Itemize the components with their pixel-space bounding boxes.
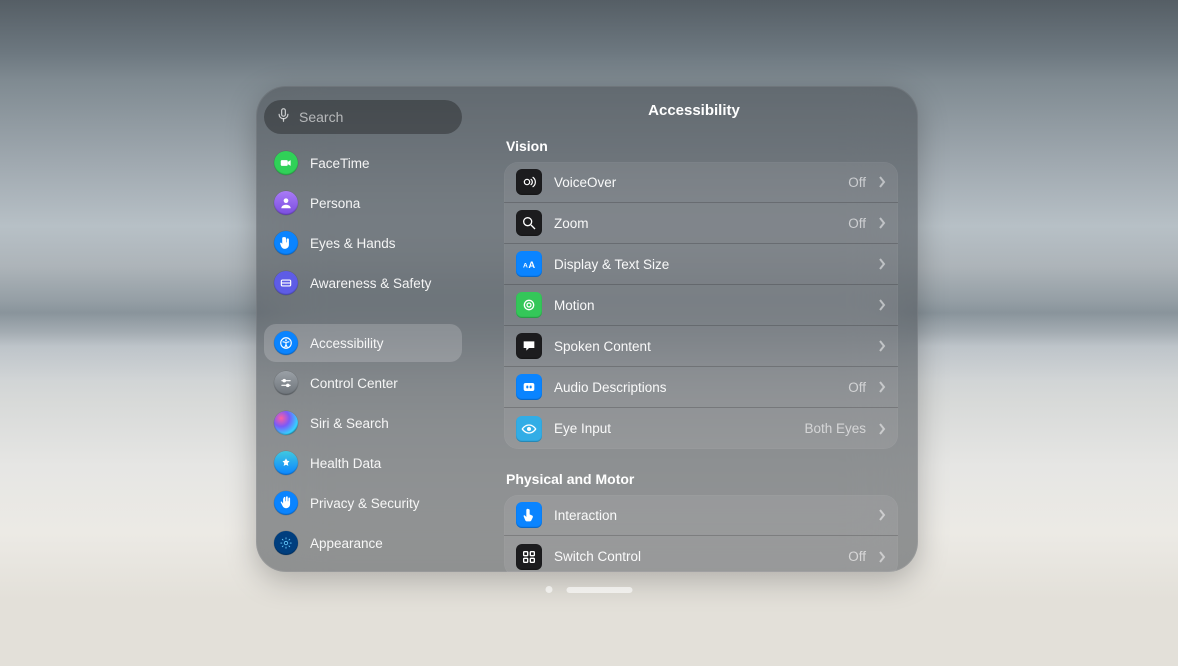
row-motion[interactable]: Motion (504, 285, 898, 326)
sidebar-item-health-data[interactable]: Health Data (264, 444, 462, 482)
row-label: Zoom (554, 216, 836, 231)
section-title-vision: Vision (504, 134, 898, 162)
row-eye-input[interactable]: Eye Input Both Eyes (504, 408, 898, 449)
sidebar-item-label: Appearance (310, 536, 383, 551)
video-icon (274, 151, 298, 175)
row-value: Off (848, 549, 866, 564)
svg-text:A: A (528, 260, 535, 270)
sidebar-item-persona[interactable]: Persona (264, 184, 462, 222)
row-label: VoiceOver (554, 175, 836, 190)
person-icon (274, 191, 298, 215)
sidebar-item-eyes-hands[interactable]: Eyes & Hands (264, 224, 462, 262)
row-voiceover[interactable]: VoiceOver Off (504, 162, 898, 203)
chevron-right-icon (878, 340, 886, 352)
row-label: Spoken Content (554, 339, 854, 354)
sidebar-item-label: Privacy & Security (310, 496, 420, 511)
sidebar-item-awareness-safety[interactable]: Awareness & Safety (264, 264, 462, 302)
main-pane: Accessibility Vision VoiceOver Off Zoom (470, 86, 918, 572)
sidebar-item-privacy-security[interactable]: Privacy & Security (264, 484, 462, 522)
row-label: Switch Control (554, 549, 836, 564)
chevron-right-icon (878, 299, 886, 311)
chevron-right-icon (878, 176, 886, 188)
row-label: Motion (554, 298, 854, 313)
motion-icon (516, 292, 542, 318)
sidebar-item-label: Health Data (310, 456, 381, 471)
accessibility-icon (274, 331, 298, 355)
grid-icon (516, 544, 542, 570)
sidebar-item-label: Eyes & Hands (310, 236, 396, 251)
sidebar-item-label: FaceTime (310, 156, 370, 171)
row-label: Eye Input (554, 421, 792, 436)
sidebar-item-label: Awareness & Safety (310, 276, 431, 291)
sidebar-item-label: Control Center (310, 376, 398, 391)
settings-window: FaceTime Persona Eyes & Hands Awareness … (256, 86, 918, 572)
chevron-right-icon (878, 258, 886, 270)
sliders-icon (274, 371, 298, 395)
magnify-icon (516, 210, 542, 236)
row-value: Off (848, 380, 866, 395)
voiceover-icon (516, 169, 542, 195)
sidebar-item-accessibility[interactable]: Accessibility (264, 324, 462, 362)
audio-desc-icon (516, 374, 542, 400)
svg-text:A: A (523, 262, 528, 269)
search-input[interactable] (299, 109, 470, 125)
row-display-text-size[interactable]: AA Display & Text Size (504, 244, 898, 285)
health-icon (274, 451, 298, 475)
chevron-right-icon (878, 381, 886, 393)
sidebar-item-label: Siri & Search (310, 416, 389, 431)
row-value: Off (848, 216, 866, 231)
sidebar-item-siri-search[interactable]: Siri & Search (264, 404, 462, 442)
chevron-right-icon (878, 423, 886, 435)
row-zoom[interactable]: Zoom Off (504, 203, 898, 244)
section-title-physical-motor: Physical and Motor (504, 467, 898, 495)
row-audio-descriptions[interactable]: Audio Descriptions Off (504, 367, 898, 408)
row-spoken-content[interactable]: Spoken Content (504, 326, 898, 367)
row-label: Display & Text Size (554, 257, 854, 272)
page-dot[interactable] (546, 586, 553, 593)
settings-scroll-pane[interactable]: Vision VoiceOver Off Zoom Off (504, 134, 898, 572)
siri-icon (274, 411, 298, 435)
page-title: Accessibility (490, 96, 898, 126)
text-size-icon: AA (516, 251, 542, 277)
speech-bubble-icon (516, 333, 542, 359)
row-label: Interaction (554, 508, 854, 523)
sidebar: FaceTime Persona Eyes & Hands Awareness … (256, 86, 470, 572)
appearance-icon (274, 531, 298, 555)
window-handle[interactable] (567, 587, 633, 593)
row-label: Audio Descriptions (554, 380, 836, 395)
row-value: Both Eyes (804, 421, 866, 436)
sidebar-item-label: Accessibility (310, 336, 384, 351)
sidebar-item-control-center[interactable]: Control Center (264, 364, 462, 402)
hand-tap-icon (274, 231, 298, 255)
pager (546, 586, 633, 593)
sidebar-item-label: Persona (310, 196, 360, 211)
eye-icon (516, 416, 542, 442)
row-interaction[interactable]: Interaction (504, 495, 898, 536)
tap-icon (516, 502, 542, 528)
group-physical-motor: Interaction Switch Control Off (504, 495, 898, 572)
awareness-icon (274, 271, 298, 295)
group-vision: VoiceOver Off Zoom Off AA Displ (504, 162, 898, 449)
mic-icon (276, 105, 291, 130)
row-value: Off (848, 175, 866, 190)
chevron-right-icon (878, 217, 886, 229)
sidebar-item-appearance[interactable]: Appearance (264, 524, 462, 562)
search-field[interactable] (264, 100, 462, 134)
chevron-right-icon (878, 551, 886, 563)
hand-raised-icon (274, 491, 298, 515)
sidebar-item-facetime[interactable]: FaceTime (264, 144, 462, 182)
chevron-right-icon (878, 509, 886, 521)
row-switch-control[interactable]: Switch Control Off (504, 536, 898, 572)
